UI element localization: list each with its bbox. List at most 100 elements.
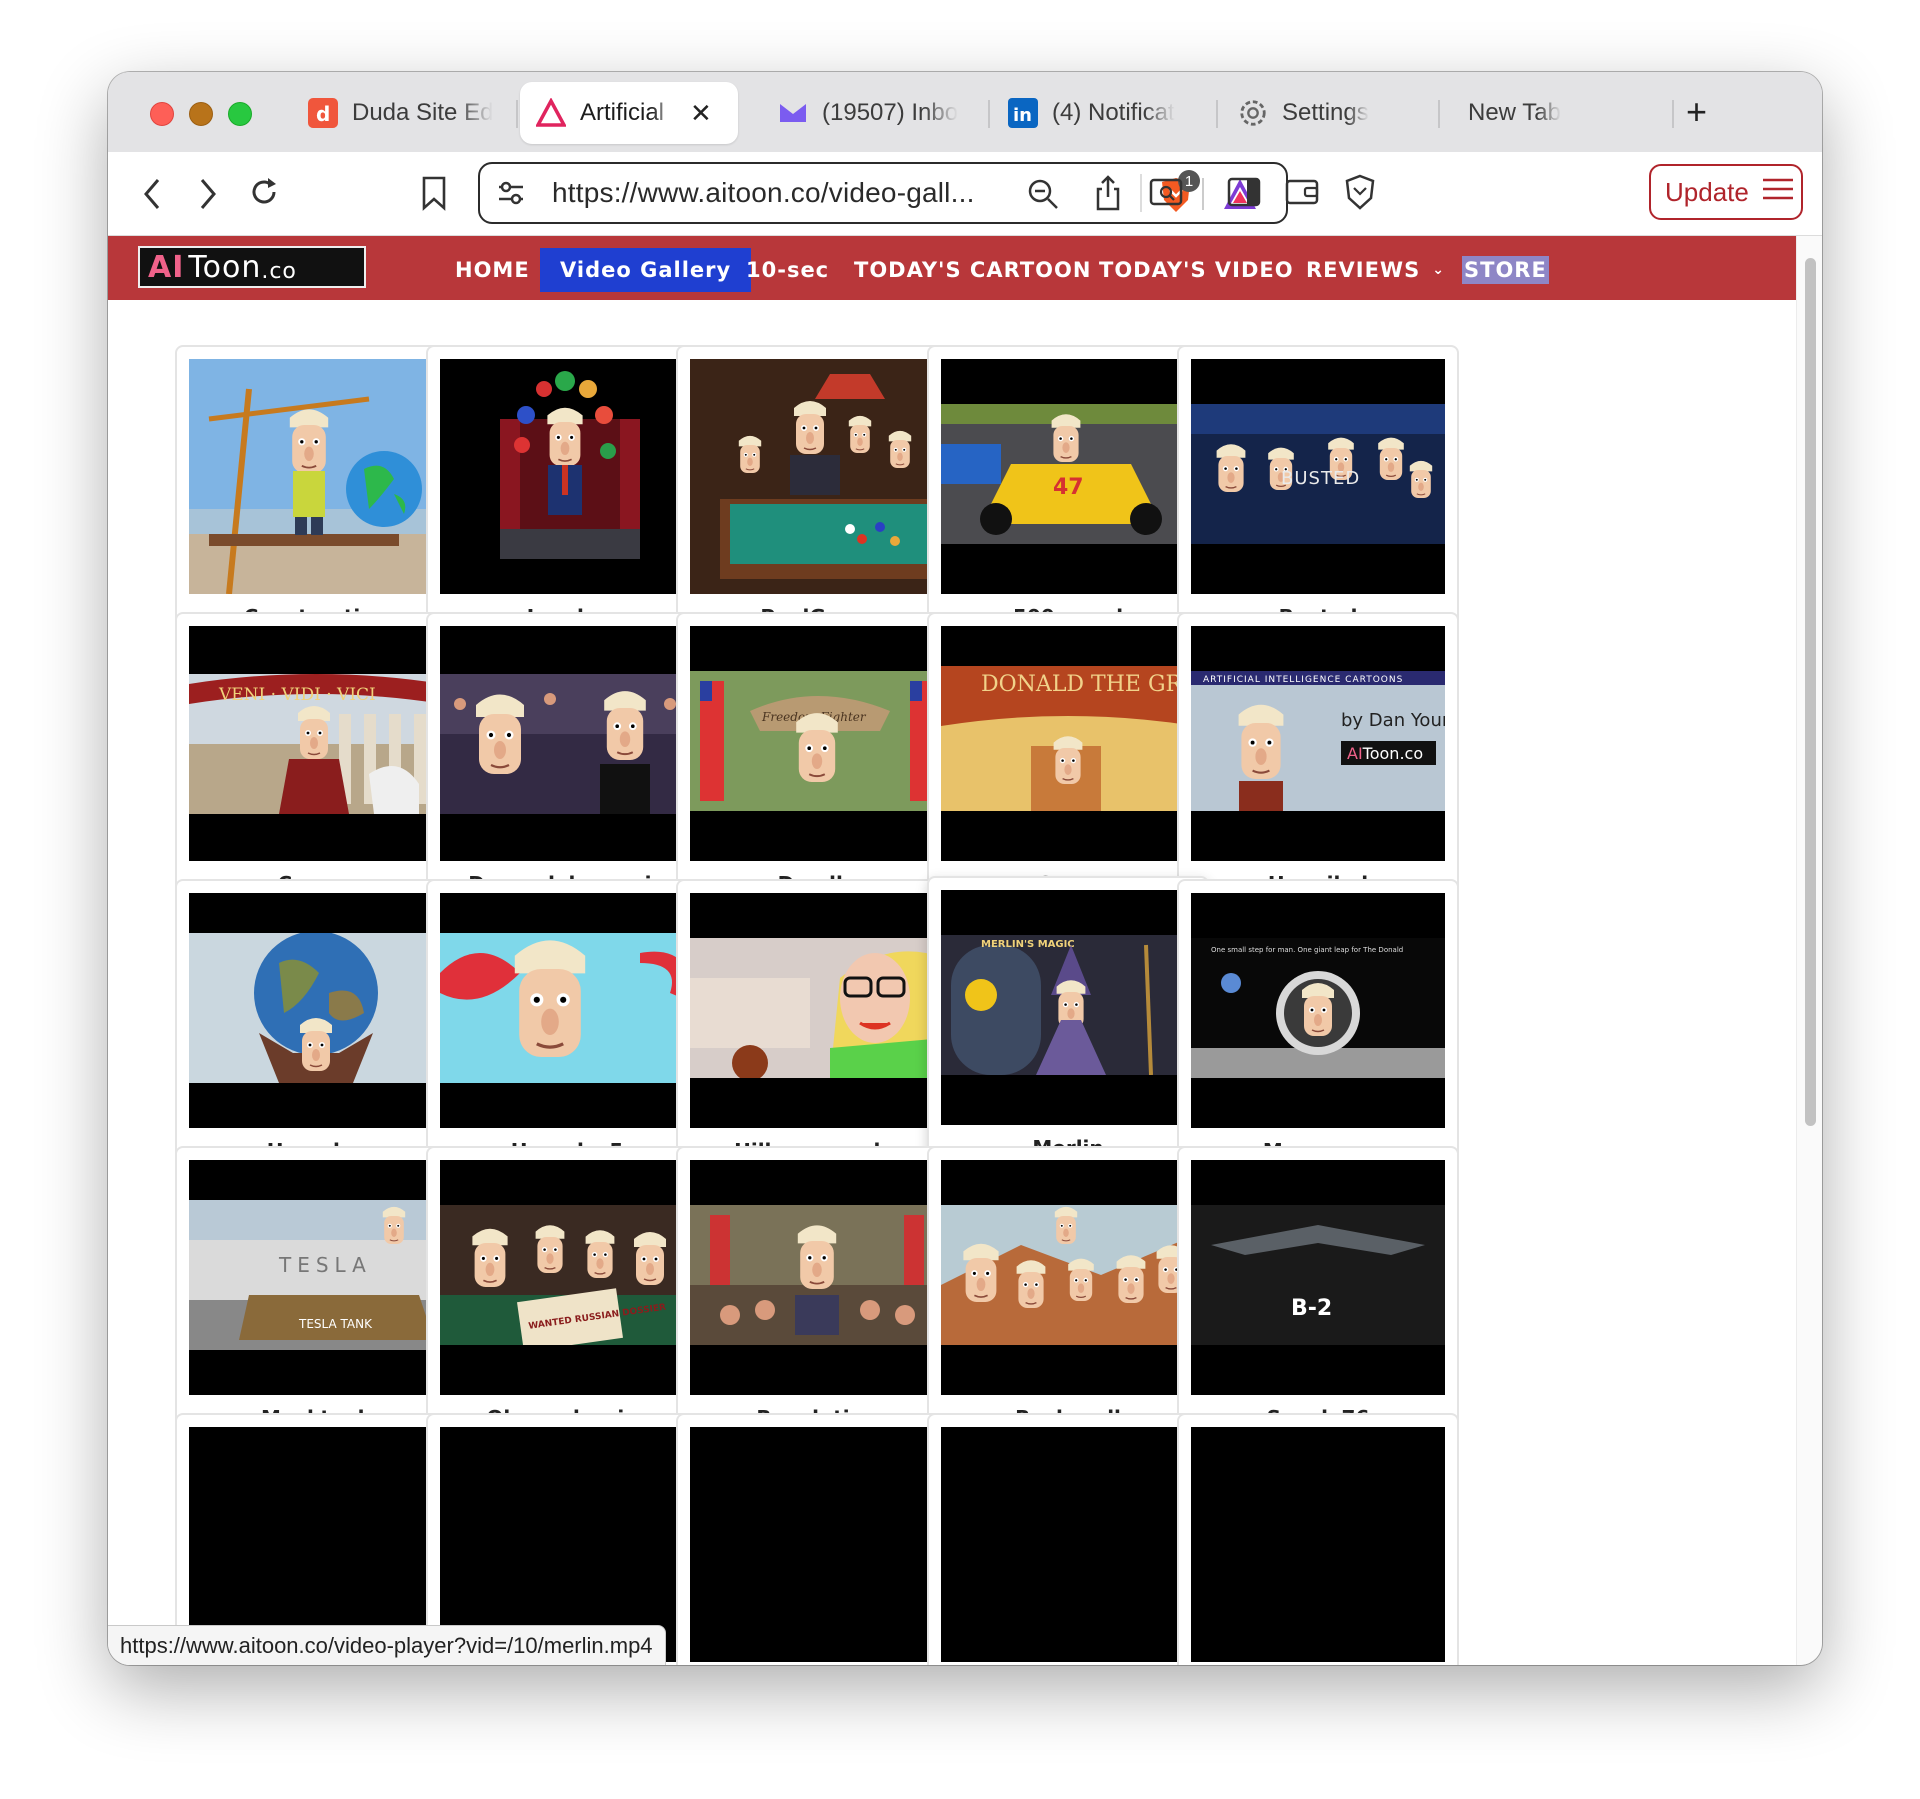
wallet-icon[interactable] bbox=[1282, 172, 1322, 212]
video-thumbnail[interactable] bbox=[440, 626, 694, 861]
scrollbar-thumb[interactable] bbox=[1805, 258, 1816, 1126]
video-thumbnail[interactable] bbox=[440, 359, 694, 594]
video-thumbnail[interactable] bbox=[941, 1160, 1195, 1395]
video-card[interactable]: Hillarycupcake bbox=[676, 879, 958, 1181]
video-card[interactable]: WANTED RUSSIAN DOSSIERObamadossier bbox=[426, 1146, 708, 1448]
bookmark-icon[interactable] bbox=[414, 170, 454, 216]
nav-todays-cartoon[interactable]: TODAY'S CARTOON bbox=[854, 250, 1091, 290]
svg-text:ARTIFICIAL INTELLIGENCE CARTOO: ARTIFICIAL INTELLIGENCE CARTOONS bbox=[1203, 675, 1403, 685]
back-icon[interactable] bbox=[132, 172, 172, 216]
video-thumbnail[interactable] bbox=[189, 893, 443, 1128]
update-label: Update bbox=[1665, 176, 1749, 207]
video-card[interactable]: Hercules bbox=[175, 879, 457, 1181]
new-tab-button[interactable]: + bbox=[1686, 92, 1707, 132]
video-thumbnail[interactable]: One small step for man. One giant leap f… bbox=[1191, 893, 1445, 1128]
video-card[interactable] bbox=[927, 1413, 1209, 1665]
video-thumbnail[interactable] bbox=[440, 893, 694, 1128]
sidebar-icon[interactable] bbox=[1224, 172, 1264, 212]
video-thumbnail[interactable] bbox=[941, 1427, 1195, 1662]
nav-10-sec[interactable]: 10-sec bbox=[746, 250, 829, 290]
video-thumbnail[interactable]: Freedom Fighter bbox=[690, 626, 944, 861]
video-card[interactable]: Juggler bbox=[426, 345, 708, 647]
forward-icon[interactable] bbox=[188, 172, 228, 216]
video-card[interactable]: PoolGame bbox=[676, 345, 958, 647]
svg-text:AIToon.co: AIToon.co bbox=[1347, 744, 1423, 763]
hamburger-menu-icon bbox=[1762, 177, 1793, 208]
nav-label: Video Gallery bbox=[560, 258, 732, 282]
zoom-window-button[interactable] bbox=[228, 102, 252, 126]
video-card[interactable]: One small step for man. One giant leap f… bbox=[1177, 879, 1459, 1181]
tab-separator bbox=[1672, 100, 1674, 128]
close-window-button[interactable] bbox=[150, 102, 174, 126]
share-icon[interactable] bbox=[1090, 174, 1126, 212]
nav-todays-video[interactable]: TODAY'S VIDEO bbox=[1099, 250, 1294, 290]
nav-label: TODAY'S CARTOON bbox=[854, 258, 1092, 282]
vpn-shield-icon[interactable] bbox=[1340, 170, 1380, 214]
zoom-out-icon[interactable] bbox=[1025, 176, 1061, 212]
site-settings-icon[interactable] bbox=[494, 176, 528, 210]
reader-mode-icon[interactable] bbox=[1146, 172, 1186, 212]
update-button[interactable]: Update bbox=[1649, 164, 1803, 220]
video-thumbnail[interactable]: VENI · VIDI · VICI bbox=[189, 626, 443, 861]
video-thumbnail[interactable]: ARTIFICIAL INTELLIGENCE CARTOONS by Dan … bbox=[1191, 626, 1445, 861]
video-card[interactable]: VENI · VIDI · VICI Caesar bbox=[175, 612, 457, 914]
video-card[interactable]: Freedom Fighter Doodle bbox=[676, 612, 958, 914]
reload-icon[interactable] bbox=[242, 170, 286, 214]
tab-duda[interactable]: d Duda Site Ed bbox=[308, 82, 508, 144]
nav-store[interactable]: STORE bbox=[1462, 250, 1549, 290]
video-thumbnail[interactable]: BUSTED bbox=[1191, 359, 1445, 594]
video-card[interactable]: DONALD THE GREAT Great bbox=[927, 612, 1209, 914]
video-thumbnail[interactable] bbox=[690, 1427, 944, 1662]
video-thumbnail[interactable] bbox=[690, 1160, 944, 1395]
svg-text:MERLIN'S MAGIC: MERLIN'S MAGIC bbox=[981, 939, 1075, 950]
page-scrollbar[interactable] bbox=[1796, 236, 1822, 1665]
tab-new-tab[interactable]: New Tab bbox=[1468, 82, 1628, 144]
status-url: https://www.aitoon.co/video-player?vid=/… bbox=[120, 1632, 653, 1658]
url-text[interactable]: https://www.aitoon.co/video-gall... bbox=[552, 177, 975, 209]
web-page: AI Toon .co HOME Video Gallery 10-sec TO… bbox=[108, 236, 1796, 1665]
nav-label: REVIEWS bbox=[1306, 258, 1421, 282]
aitoon-logo[interactable]: AI Toon .co bbox=[138, 246, 366, 288]
video-card[interactable]: 47500sound bbox=[927, 345, 1209, 647]
video-thumbnail[interactable]: WANTED RUSSIAN DOSSIER bbox=[440, 1160, 694, 1395]
tab-linkedin[interactable]: in (4) Notificat bbox=[1008, 82, 1188, 144]
tab-settings[interactable]: Settings bbox=[1238, 82, 1418, 144]
tab-inbox[interactable]: (19507) Inbo bbox=[778, 82, 978, 144]
video-thumbnail[interactable]: MERLIN'S MAGIC bbox=[941, 890, 1195, 1125]
site-nav-bar: AI Toon .co HOME Video Gallery 10-sec TO… bbox=[108, 236, 1796, 300]
video-thumbnail[interactable] bbox=[690, 893, 944, 1128]
video-card[interactable] bbox=[1177, 1413, 1459, 1665]
video-thumbnail[interactable] bbox=[189, 359, 443, 594]
nav-home[interactable]: HOME bbox=[455, 250, 530, 290]
video-card[interactable]: ARTIFICIAL INTELLIGENCE CARTOONS by Dan … bbox=[1177, 612, 1459, 914]
tab-aitoon[interactable]: Artificial ✕ bbox=[520, 82, 738, 144]
video-thumbnail[interactable]: B-2 bbox=[1191, 1160, 1445, 1395]
video-card[interactable]: TESLA TESLA TANK Musktank bbox=[175, 1146, 457, 1448]
video-thumbnail[interactable] bbox=[690, 359, 944, 594]
nav-label: STORE bbox=[1462, 256, 1549, 284]
video-card[interactable]: MERLIN'S MAGIC Merlin bbox=[927, 876, 1209, 1178]
svg-text:B-2: B-2 bbox=[1291, 1296, 1332, 1321]
tab-separator bbox=[516, 100, 518, 128]
video-thumbnail[interactable]: DONALD THE GREAT bbox=[941, 626, 1195, 861]
divider bbox=[1202, 178, 1204, 210]
video-card[interactable]: B-2Savela76 bbox=[1177, 1146, 1459, 1448]
video-card[interactable]: Construction bbox=[175, 345, 457, 647]
nav-reviews[interactable]: REVIEWS ⌄ bbox=[1306, 250, 1445, 290]
minimize-window-button[interactable] bbox=[189, 102, 213, 126]
close-tab-icon[interactable]: ✕ bbox=[690, 98, 712, 129]
video-card[interactable]: Revolution bbox=[676, 1146, 958, 1448]
video-card[interactable]: Hercules5 bbox=[426, 879, 708, 1181]
video-card[interactable]: BUSTEDBusted bbox=[1177, 345, 1459, 647]
svg-text:in: in bbox=[1013, 105, 1032, 126]
video-card[interactable]: Donandelonagain bbox=[426, 612, 708, 914]
video-thumbnail[interactable]: 47 bbox=[941, 359, 1195, 594]
video-thumbnail[interactable] bbox=[1191, 1427, 1445, 1662]
svg-text:by Dan Youra: by Dan Youra bbox=[1341, 710, 1445, 731]
video-card[interactable]: Rocknroll bbox=[927, 1146, 1209, 1448]
video-thumbnail[interactable]: TESLA TESLA TANK bbox=[189, 1160, 443, 1395]
video-card[interactable] bbox=[676, 1413, 958, 1665]
nav-video-gallery[interactable]: Video Gallery bbox=[540, 248, 752, 292]
svg-text:One small step for man. One gi: One small step for man. One giant leap f… bbox=[1211, 946, 1403, 954]
svg-text:DONALD THE GREAT: DONALD THE GREAT bbox=[981, 672, 1195, 697]
